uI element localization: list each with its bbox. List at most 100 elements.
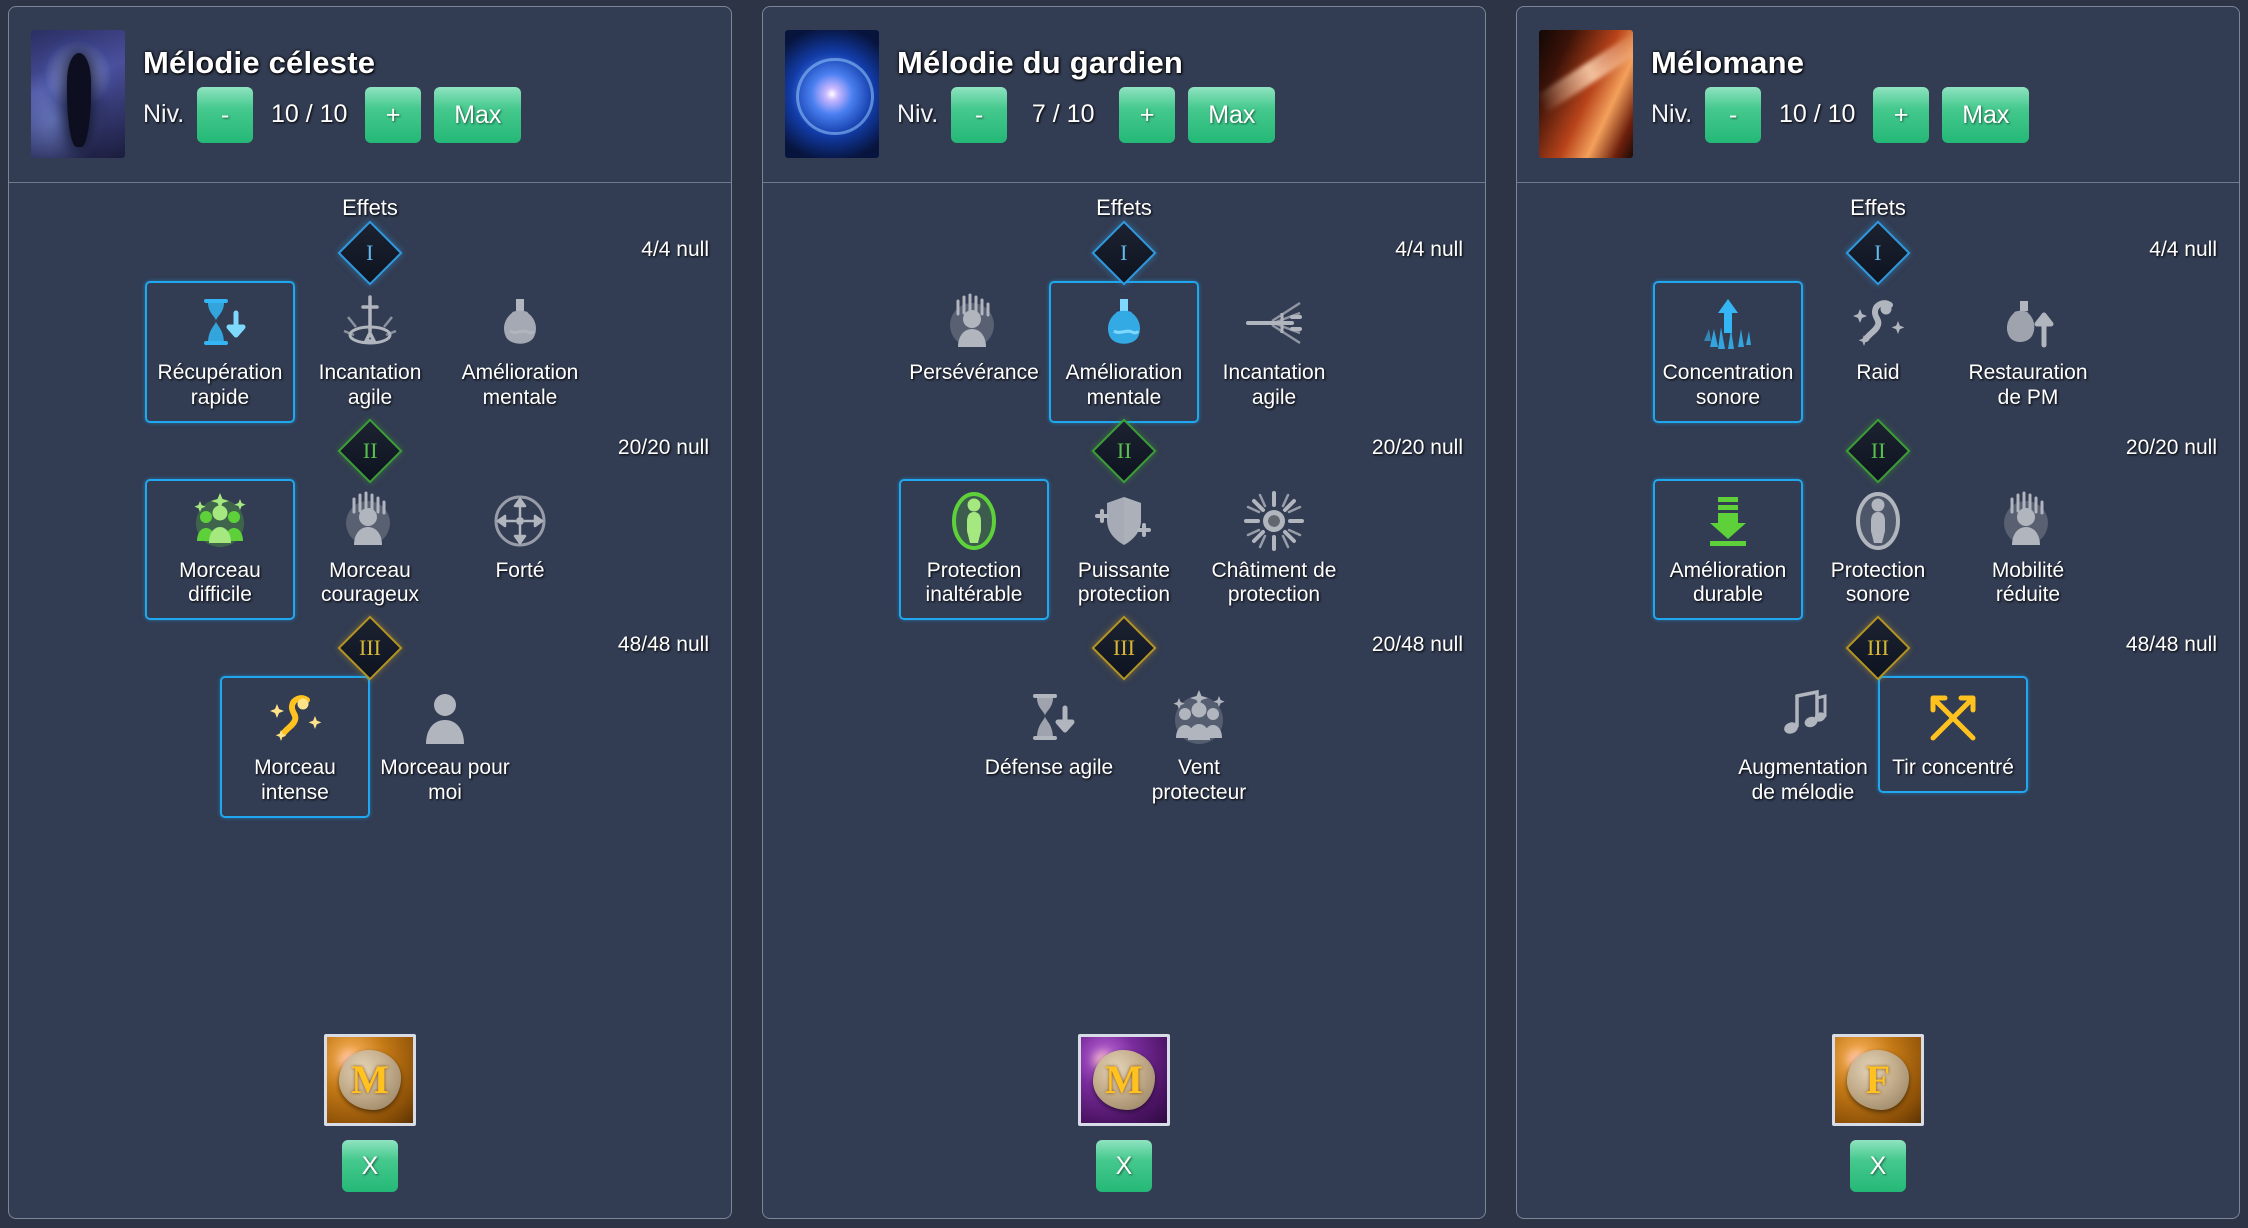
level-max-button[interactable]: Max	[434, 86, 522, 143]
tier-point-count: 20/48 null	[1371, 633, 1463, 657]
talent-label: Protection inaltérable	[925, 558, 1023, 607]
talent-slot[interactable]: Morceau courageux	[295, 479, 445, 621]
level-control: Niv. -10 / 10 + Max	[143, 86, 522, 143]
person-icon	[413, 686, 477, 750]
tier-point-count: 4/4 null	[641, 238, 709, 262]
tier-item-list: Concentration sonore Raid Restauration de …	[1535, 281, 2221, 423]
group-sparkle-icon	[1167, 686, 1231, 750]
talent-slot[interactable]: Forté	[445, 479, 595, 596]
talent-label: Puissante protection	[1077, 558, 1171, 607]
tier-header-row: II 20/20 null	[27, 418, 713, 484]
talent-label: Incantation agile	[1222, 361, 1326, 409]
bow-arrow-icon	[1921, 686, 1985, 750]
sun-burst-icon	[1242, 489, 1306, 553]
potion-icon	[1092, 291, 1156, 355]
rune-area: FX	[1535, 1034, 2221, 1218]
talent-label: Concentration sonore	[1662, 361, 1794, 409]
tier-item-list: Défense agile Vent protecteur	[781, 676, 1467, 818]
card-body: Effets I 4/4 null Récupération rapide Incant…	[9, 183, 731, 1218]
talent-slot[interactable]: Morceau intense	[220, 676, 370, 818]
level-decrement-button[interactable]: -	[951, 86, 1008, 143]
rune-area: MX	[781, 1034, 1467, 1218]
talent-label: Récupération rapide	[157, 361, 283, 409]
talent-slot[interactable]: Mobilité réduite	[1953, 479, 2103, 621]
card-header: Mélodie céleste Niv. -10 / 10 + Max	[9, 7, 731, 183]
talent-slot[interactable]: Protection sonore	[1803, 479, 1953, 621]
talent-label: Vent protecteur	[1151, 756, 1247, 804]
talent-slot[interactable]: Tir concentré	[1878, 676, 2028, 793]
talent-label: Restauration de PM	[1968, 361, 2088, 409]
level-increment-button[interactable]: +	[365, 86, 422, 143]
level-value: 10 / 10	[1778, 100, 1856, 128]
level-decrement-button[interactable]: -	[1705, 86, 1762, 143]
tier-point-count: 48/48 null	[617, 633, 709, 657]
talent-slot[interactable]: Amélioration durable	[1653, 478, 1803, 621]
rune-glyph: F	[1865, 1057, 1891, 1102]
talent-slot[interactable]: Protection inaltérable	[899, 478, 1049, 621]
talent-slot[interactable]: Augmentation de mélodie	[1728, 676, 1878, 818]
potion-up-icon	[1996, 291, 2060, 355]
level-max-button[interactable]: Max	[1188, 86, 1276, 143]
rune-madr-slot[interactable]: M	[324, 1034, 416, 1126]
talent-slot[interactable]: Récupération rapide	[145, 281, 295, 423]
rune-fehu-slot[interactable]: F	[1832, 1034, 1924, 1126]
tier-badge-iii: III	[1091, 615, 1157, 681]
card-title: Mélodie du gardien	[897, 44, 1184, 80]
talent-slot[interactable]: Morceau pour moi	[370, 676, 520, 818]
talent-label: Augmentation de mélodie	[1738, 756, 1868, 804]
level-label: Niv.	[143, 100, 185, 128]
talent-slot[interactable]: Incantation agile	[1199, 281, 1349, 423]
rune-stone: M	[339, 1050, 401, 1110]
rune-stone: M	[1093, 1050, 1155, 1110]
arrow-down-icon	[1696, 489, 1760, 553]
talent-slot[interactable]: Défense agile	[974, 676, 1124, 793]
talent-slot[interactable]: Amélioration mentale	[1049, 281, 1199, 423]
level-label: Niv.	[897, 100, 939, 128]
talent-card: Mélodie céleste Niv. -10 / 10 + Max Effets I 4/…	[8, 6, 732, 1219]
rune-remove-button[interactable]: X	[342, 1140, 398, 1192]
talent-slot[interactable]: Vent protecteur	[1124, 676, 1274, 818]
talent-slot[interactable]: Châtiment de protection	[1199, 479, 1349, 621]
talent-label: Châtiment de protection	[1211, 558, 1337, 607]
rune-remove-button[interactable]: X	[1096, 1140, 1152, 1192]
talent-slot[interactable]: Persévérance	[899, 281, 1049, 398]
talent-slot[interactable]: Puissante protection	[1049, 479, 1199, 621]
tier-header-row: III 48/48 null	[27, 615, 713, 681]
level-max-button[interactable]: Max	[1942, 86, 2030, 143]
tier-header-row: I 4/4 null	[781, 220, 1467, 286]
talent-slot[interactable]: Restauration de PM	[1953, 281, 2103, 423]
level-increment-button[interactable]: +	[1873, 86, 1930, 143]
talent-card: Mélodie du gardien Niv. -7 / 10 + Max Effets I…	[762, 6, 1486, 1219]
tier-header-row: I 4/4 null	[27, 220, 713, 286]
talent-label: Mobilité réduite	[1991, 558, 2065, 607]
guardian-melody-portrait	[785, 29, 879, 158]
talent-slot[interactable]: Incantation agile	[295, 281, 445, 423]
talent-board: Mélodie céleste Niv. -10 / 10 + Max Effets I 4/…	[0, 0, 2248, 1228]
arrow-up-burst-icon	[1696, 291, 1760, 355]
rune-remove-button[interactable]: X	[1850, 1140, 1906, 1192]
talent-slot[interactable]: Concentration sonore	[1653, 281, 1803, 423]
rune-madr-slot[interactable]: M	[1078, 1034, 1170, 1126]
card-title: Mélodie céleste	[143, 44, 376, 80]
music-notes-icon	[1771, 686, 1835, 750]
talent-label: Raid	[1856, 361, 1900, 384]
level-increment-button[interactable]: +	[1119, 86, 1176, 143]
talent-slot[interactable]: Morceau difficile	[145, 478, 295, 621]
talent-slot[interactable]: Raid	[1803, 281, 1953, 398]
talent-slot[interactable]: Amélioration mentale	[445, 281, 595, 423]
potion-icon	[488, 291, 552, 355]
tier-badge-iii: III	[1845, 615, 1911, 681]
card-header: Mélomane Niv. -10 / 10 + Max	[1517, 7, 2239, 183]
tier-badge-ii: II	[337, 418, 403, 484]
level-control: Niv. -7 / 10 + Max	[897, 86, 1276, 143]
tier-numeral: III	[359, 635, 381, 661]
four-arrows-icon	[488, 489, 552, 553]
tier-item-list: Augmentation de mélodie Tir concentré	[1535, 676, 2221, 818]
tier-point-count: 20/20 null	[617, 435, 709, 459]
card-body: Effets I 4/4 null Concentration sonore Raid R…	[1517, 183, 2239, 1218]
talent-label: Morceau intense	[254, 756, 336, 804]
level-decrement-button[interactable]: -	[197, 86, 254, 143]
sword-rays-icon	[1242, 291, 1306, 355]
tier-header-row: III 48/48 null	[1535, 615, 2221, 681]
effects-heading: Effets	[1096, 195, 1152, 220]
